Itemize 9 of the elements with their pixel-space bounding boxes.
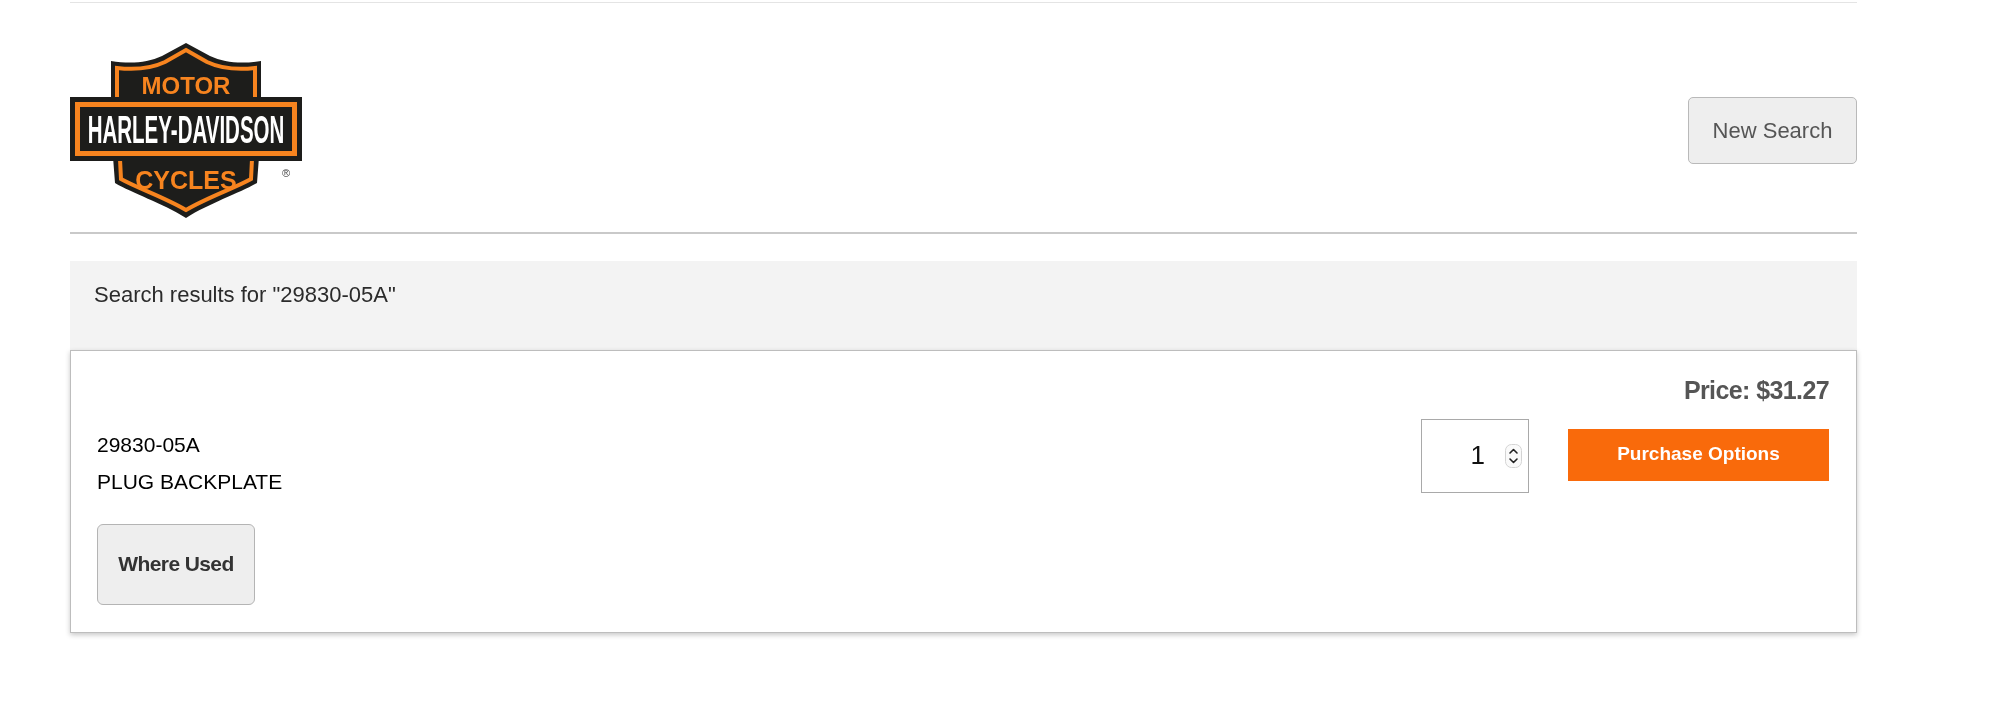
where-used-button[interactable]: Where Used bbox=[97, 523, 255, 605]
price-text: Price: $31.27 bbox=[1683, 374, 1829, 405]
quantity-field[interactable]: 1 bbox=[1421, 418, 1529, 493]
stepper-icon[interactable] bbox=[1505, 443, 1522, 468]
brand-logo: MOTOR HARLEY-DAVIDSON CYCLES ® bbox=[70, 41, 302, 219]
part-description: PLUG BACKPLATE bbox=[97, 468, 283, 495]
part-number: 29830-05A bbox=[97, 431, 200, 458]
results-heading: Search results for "29830-05A" bbox=[94, 281, 397, 309]
new-search-button[interactable]: New Search bbox=[1688, 96, 1857, 164]
